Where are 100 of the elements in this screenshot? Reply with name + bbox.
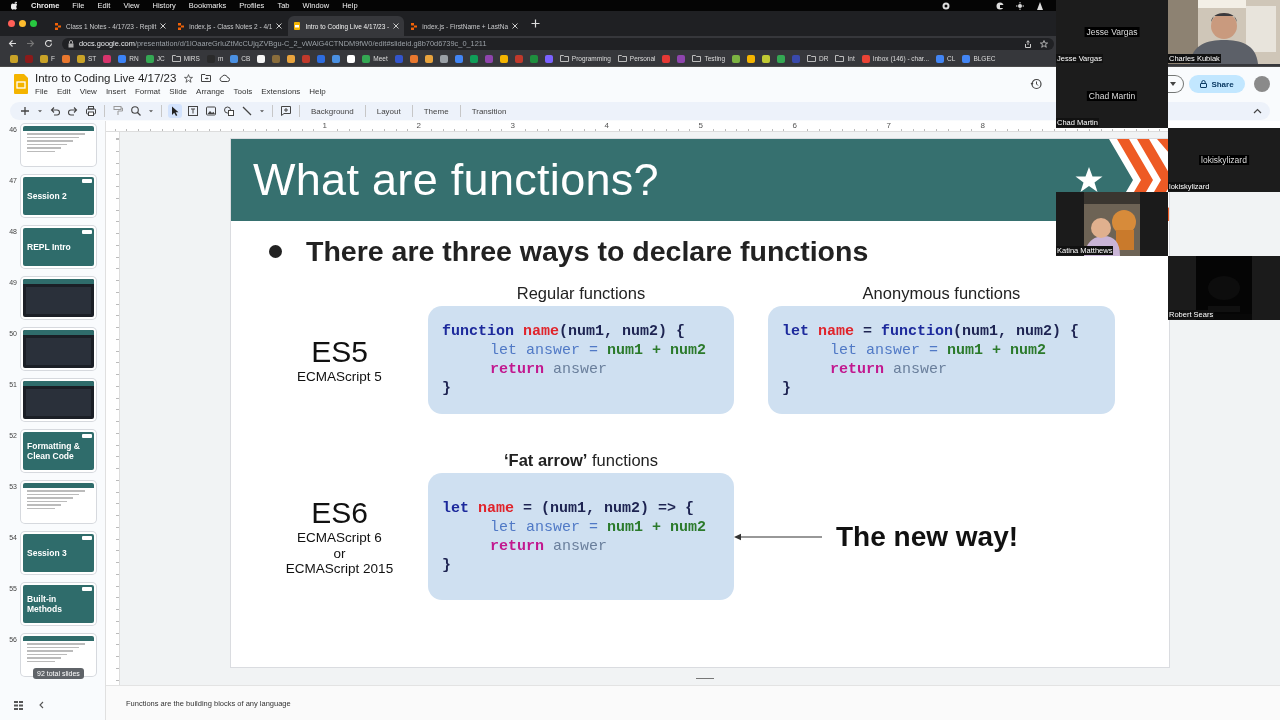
collapse-left-icon[interactable] xyxy=(39,701,44,709)
reload-icon[interactable] xyxy=(44,39,53,48)
toolbar-button[interactable]: Transition xyxy=(466,106,512,116)
menu-item[interactable]: Tools xyxy=(233,87,253,96)
redo-icon[interactable] xyxy=(66,104,80,118)
folder-icon[interactable] xyxy=(692,55,702,62)
slide-thumbnail[interactable]: Session 2 xyxy=(21,175,96,217)
example-heading: Anonymous functions xyxy=(862,284,1021,304)
close-icon[interactable] xyxy=(160,23,167,29)
slide-thumbnail[interactable]: REPL Intro xyxy=(21,226,96,268)
text-box-icon[interactable] xyxy=(186,104,200,118)
ruler-number: 5 xyxy=(698,121,703,131)
ruler-number: 2 xyxy=(416,121,421,131)
cloud-icon[interactable] xyxy=(219,74,231,82)
ruler-number: 8 xyxy=(980,121,985,131)
grid-view-icon[interactable] xyxy=(14,700,23,710)
slide-thumbnail[interactable]: Session 3 xyxy=(21,532,96,574)
folder-icon[interactable] xyxy=(201,74,212,82)
menu-item[interactable]: Arrange xyxy=(196,87,225,96)
bookmark-icon[interactable] xyxy=(747,54,756,63)
folder-icon[interactable] xyxy=(617,55,627,62)
toolbar-button[interactable]: Theme xyxy=(418,106,454,116)
bookmark-icon[interactable] xyxy=(257,54,266,63)
add-comment-icon[interactable] xyxy=(279,104,293,118)
folder-icon[interactable] xyxy=(171,55,181,62)
bookmark-icon[interactable] xyxy=(424,54,433,63)
callout-text: The new way! xyxy=(836,520,1019,553)
share-button[interactable]: Share xyxy=(1189,75,1245,93)
version-detail: or xyxy=(333,545,346,562)
slide-thumbnail[interactable] xyxy=(21,124,96,166)
bookmark-icon[interactable] xyxy=(732,54,741,63)
minimize-icon[interactable] xyxy=(19,20,26,27)
replit-icon xyxy=(177,22,186,30)
shapes-icon[interactable] xyxy=(222,104,236,118)
slide-thumbnail[interactable] xyxy=(21,481,96,523)
code-line: function name(num1, num2) { xyxy=(442,322,687,341)
document-title[interactable]: Intro to Coding Live 4/17/23 xyxy=(35,72,177,84)
menu-item[interactable]: Help xyxy=(309,87,326,96)
close-icon[interactable] xyxy=(276,23,283,29)
participant-name: Chad Martin xyxy=(1086,91,1138,101)
image-icon[interactable] xyxy=(204,104,218,118)
close-icon[interactable] xyxy=(393,23,400,29)
bookmark-icon[interactable] xyxy=(762,54,771,63)
collapse-icon[interactable] xyxy=(1253,108,1262,114)
slide-thumbnail[interactable] xyxy=(21,328,96,370)
code-line: } xyxy=(442,555,452,575)
code-line: } xyxy=(782,379,792,398)
maximize-icon[interactable] xyxy=(30,20,37,27)
bookmark-icon[interactable] xyxy=(287,54,296,63)
bookmark-icon[interactable] xyxy=(347,54,356,63)
folder-icon[interactable] xyxy=(807,55,817,62)
forward-icon[interactable] xyxy=(26,39,35,48)
menu-item[interactable]: Edit xyxy=(56,87,71,96)
folder-icon[interactable] xyxy=(559,55,569,62)
person-icon[interactable] xyxy=(1036,1,1044,10)
ruler-number: 4 xyxy=(604,121,609,131)
add-icon[interactable] xyxy=(18,104,32,118)
bookmark-icon[interactable] xyxy=(10,54,18,63)
status-icon[interactable] xyxy=(996,1,1004,10)
version-label: ES5 xyxy=(311,335,368,370)
bookmark-icon[interactable] xyxy=(40,54,48,63)
history-icon[interactable] xyxy=(1030,78,1042,90)
brightness-icon[interactable] xyxy=(1016,1,1024,10)
bookmark-icon[interactable] xyxy=(77,54,85,63)
back-icon[interactable] xyxy=(8,39,17,48)
line-icon[interactable] xyxy=(240,104,254,118)
zoom-icon[interactable] xyxy=(129,104,143,118)
resize-handle[interactable] xyxy=(696,678,714,679)
close-icon[interactable] xyxy=(8,20,15,27)
slide-thumbnail[interactable]: Formatting & Clean Code xyxy=(21,430,96,472)
version-label: ES6 xyxy=(311,496,368,531)
slide-thumbnail[interactable]: Built-in Methods xyxy=(21,583,96,625)
star-icon[interactable] xyxy=(184,73,194,83)
participant-name: lokiskylizard xyxy=(1199,155,1249,165)
toolbar-button[interactable]: Layout xyxy=(371,106,406,116)
new-tab-icon[interactable] xyxy=(531,19,541,28)
slide-title: What are functions? xyxy=(253,154,659,206)
menu-item[interactable]: Insert xyxy=(105,87,126,96)
avatar-icon[interactable] xyxy=(1254,76,1270,92)
menu-item[interactable]: Extensions xyxy=(261,87,301,96)
menu-item[interactable]: Slide xyxy=(169,87,188,96)
menu-item[interactable]: File xyxy=(35,87,48,96)
slide-thumbnail[interactable] xyxy=(21,277,96,319)
print-icon[interactable] xyxy=(84,104,98,118)
toolbar-button[interactable]: Background xyxy=(306,106,359,116)
ruler-number: 7 xyxy=(886,121,891,131)
thumbnail-title: Session 2 xyxy=(27,191,68,201)
menu-item[interactable]: Format xyxy=(134,87,161,96)
bookmark-icon[interactable] xyxy=(499,54,508,63)
undo-icon[interactable] xyxy=(48,104,62,118)
menu-item[interactable]: View xyxy=(79,87,97,96)
close-icon[interactable] xyxy=(512,23,519,29)
ruler-number: 1 xyxy=(322,121,327,131)
folder-icon[interactable] xyxy=(835,55,845,62)
thumbnail-title: Built-in Methods xyxy=(27,594,63,614)
share-icon[interactable] xyxy=(1024,39,1032,48)
version-detail: ECMAScript 2015 xyxy=(285,561,394,577)
status-icon[interactable] xyxy=(942,1,950,10)
slide-thumbnail[interactable] xyxy=(21,379,96,421)
cursor-icon[interactable] xyxy=(168,104,182,118)
